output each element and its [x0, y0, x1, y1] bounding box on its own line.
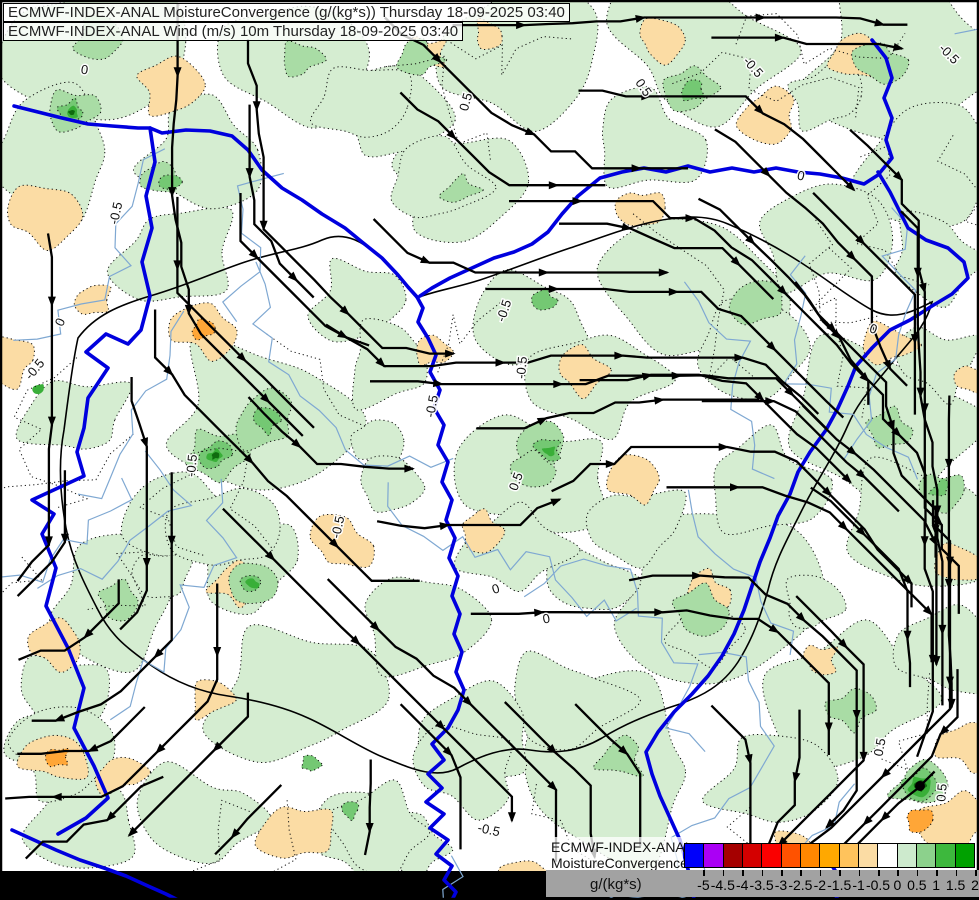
legend-tick-label: -5	[697, 877, 710, 893]
legend-colorbar	[684, 843, 975, 868]
contour-value-label: 0.5	[933, 783, 950, 802]
legend-tick-mark	[781, 870, 783, 876]
legend-color-swatch	[915, 844, 936, 867]
legend-title-box: ECMWF-INDEX-ANAL MoistureConvergence	[546, 837, 693, 871]
legend-title-model: ECMWF-INDEX-ANAL	[551, 839, 693, 855]
legend-color-swatch	[877, 844, 897, 867]
legend-color-swatch	[703, 844, 723, 867]
header-line-wind: ECMWF-INDEX-ANAL Wind (m/s) 10m Thursday…	[3, 22, 464, 41]
legend-tick-mark	[800, 870, 802, 876]
legend-title-parameter: MoistureConvergence	[551, 855, 688, 871]
legend-tick-mark	[703, 870, 705, 876]
weather-map-screenshot: -0.5 0 0 -0.5 0.5 -0.5 -0.5 -0.5 0.5 0 -0.5 -0.5 0 0.…	[0, 0, 979, 900]
legend-tick-mark	[878, 870, 880, 876]
legend-tick-mark	[761, 870, 764, 876]
legend-color-swatch	[935, 844, 955, 867]
legend-tick-label: -4	[735, 877, 749, 893]
legend-tick-label: -4.5	[710, 877, 735, 893]
legend-tick-label: -2.5	[788, 877, 813, 893]
legend-tick-label: -1.5	[827, 877, 852, 893]
legend-tick-mark	[955, 870, 958, 876]
legend-color-swatch	[761, 844, 781, 867]
legend-tick-mark	[975, 870, 977, 876]
legend-tick-label: 0	[893, 877, 902, 893]
legend-tick-mark	[742, 870, 744, 876]
legend-tick-label: -1	[852, 877, 865, 893]
legend-color-swatch	[685, 844, 704, 867]
legend-color-swatch	[954, 844, 974, 867]
legend-tick-mark	[839, 870, 841, 876]
legend-tick-mark	[897, 870, 899, 876]
contour-value-label: -0.5	[183, 454, 200, 478]
legend-tick-label: 2	[971, 877, 979, 893]
legend-color-swatch	[799, 844, 820, 867]
legend-tick-label: -2	[813, 877, 827, 893]
legend-tick-label: 1	[932, 877, 941, 893]
contour-value-label: 0.5	[871, 737, 889, 757]
legend-color-swatch	[819, 844, 839, 867]
legend-tick-mark	[722, 870, 725, 876]
legend-tick-mark	[819, 870, 822, 876]
contour-value-label: -0.5	[513, 356, 530, 380]
legend-color-swatch	[896, 844, 916, 867]
legend-color-swatch	[857, 844, 878, 867]
legend-color-swatch	[780, 844, 800, 867]
legend-strip: g/(kg*s) -5 -4.5 -4 -3.5 -3 -2.5 -2 -1.5 -1 -0.5 0…	[546, 870, 979, 897]
legend-tick-label: -3	[774, 877, 788, 893]
weather-map-canvas: -0.500-0.50.5-0.5-0.5-0.50.50-0.5 -0.500.…	[0, 0, 979, 900]
legend-tick-mark	[858, 870, 861, 876]
legend-tick-label: -0.5	[865, 877, 891, 893]
legend-color-swatch	[838, 844, 858, 867]
header-line-moisture-convergence: ECMWF-INDEX-ANAL MoistureConvergence (g/…	[3, 3, 570, 22]
legend-color-swatch	[722, 844, 742, 867]
legend-tick-label: 0.5	[907, 877, 927, 893]
legend-tick-label: 1.5	[945, 877, 966, 893]
legend-tick-label: -3.5	[749, 877, 774, 893]
legend-color-swatch	[741, 844, 762, 867]
legend-tick-mark	[916, 870, 919, 876]
legend-tick-mark	[936, 870, 938, 876]
legend-units-label: g/(kg*s)	[590, 876, 642, 893]
